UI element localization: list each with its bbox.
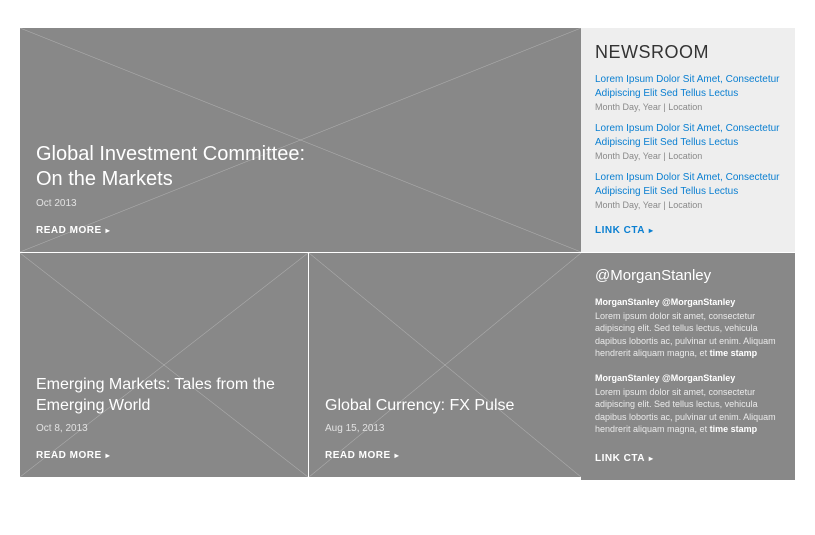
hero-card[interactable]: Global Investment Committee: On the Mark… [20,28,581,253]
hero-readmore-link[interactable]: READ MORE ▸ [36,225,565,236]
tweet-timestamp: time stamp [710,348,758,358]
newsroom-panel: NEWSROOM Lorem Ipsum Dolor Sit Amet, Con… [581,28,795,253]
arrow-icon: ▸ [649,454,654,463]
tweet-timestamp: time stamp [710,424,758,434]
news-item: Lorem Ipsum Dolor Sit Amet, Consectetur … [595,122,781,161]
news-link[interactable]: Lorem Ipsum Dolor Sit Amet, Consectetur … [595,122,781,149]
news-item: Lorem Ipsum Dolor Sit Amet, Consectetur … [595,171,781,210]
news-item: Lorem Ipsum Dolor Sit Amet, Consectetur … [595,73,781,112]
page: Global Investment Committee: On the Mark… [0,0,815,497]
cta-label: LINK CTA [595,225,645,236]
card-readmore-label: READ MORE [36,450,102,461]
article-card-emerging-markets[interactable]: Emerging Markets: Tales from the Emergin… [20,253,309,477]
twitter-panel: @MorganStanley MorganStanley @MorganStan… [581,253,795,480]
cta-label: LINK CTA [595,453,645,464]
hero-title: Global Investment Committee: On the Mark… [36,142,459,192]
card-readmore-link[interactable]: READ MORE ▸ [325,450,565,461]
card-date: Oct 8, 2013 [36,423,292,434]
article-card-global-currency[interactable]: Global Currency: FX Pulse Aug 15, 2013 R… [309,253,581,477]
tweet-item: MorganStanley @MorganStanley Lorem ipsum… [595,372,781,436]
news-link[interactable]: Lorem Ipsum Dolor Sit Amet, Consectetur … [595,171,781,198]
newsroom-cta-link[interactable]: LINK CTA ▸ [595,225,653,236]
arrow-icon: ▸ [106,451,111,460]
tweet-item: MorganStanley @MorganStanley Lorem ipsum… [595,296,781,360]
arrow-icon: ▸ [649,226,654,235]
arrow-icon: ▸ [106,226,111,235]
news-meta: Month Day, Year | Location [595,102,781,112]
card-readmore-label: READ MORE [325,450,391,461]
newsroom-heading: NEWSROOM [595,42,781,63]
hero-readmore-label: READ MORE [36,225,102,236]
arrow-icon: ▸ [395,451,400,460]
right-column: NEWSROOM Lorem Ipsum Dolor Sit Amet, Con… [581,28,795,477]
tweet-author: MorganStanley @MorganStanley [595,296,781,309]
card-title: Emerging Markets: Tales from the Emergin… [36,375,279,417]
card-title: Global Currency: FX Pulse [325,396,553,417]
content-grid: Global Investment Committee: On the Mark… [20,28,795,477]
twitter-handle: @MorganStanley [595,267,781,284]
twitter-cta-link[interactable]: LINK CTA ▸ [595,453,653,464]
card-readmore-link[interactable]: READ MORE ▸ [36,450,292,461]
tweet-author: MorganStanley @MorganStanley [595,372,781,385]
hero-date: Oct 2013 [36,198,565,209]
news-meta: Month Day, Year | Location [595,151,781,161]
card-date: Aug 15, 2013 [325,423,565,434]
news-meta: Month Day, Year | Location [595,200,781,210]
news-link[interactable]: Lorem Ipsum Dolor Sit Amet, Consectetur … [595,73,781,100]
